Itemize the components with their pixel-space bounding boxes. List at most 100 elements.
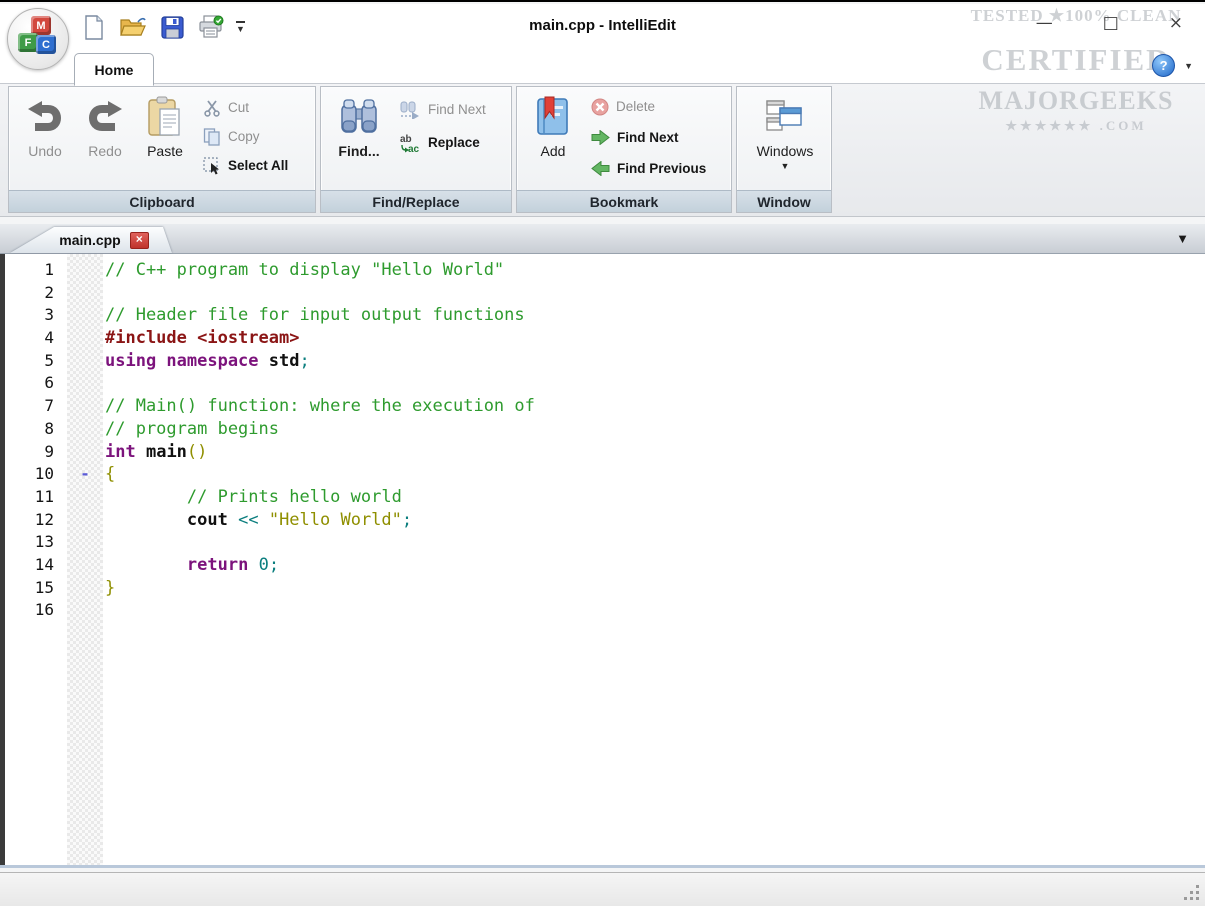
code-editor[interactable]: 1 // C++ program to display "Hello World"… bbox=[0, 254, 1205, 868]
token-op: ; bbox=[402, 510, 412, 530]
select-all-button[interactable]: Select All bbox=[203, 155, 288, 176]
redo-button[interactable]: Redo bbox=[75, 91, 135, 159]
token-cmt: // Prints hello world bbox=[187, 487, 402, 507]
code-text[interactable]: return 0; bbox=[103, 554, 1205, 577]
add-bookmark-button[interactable]: Add bbox=[523, 91, 583, 159]
line-number: 10 bbox=[5, 463, 67, 486]
ribbon-group-window: Windows ▼ Window bbox=[736, 86, 832, 213]
code-text[interactable]: // Prints hello world bbox=[103, 486, 1205, 509]
line-number: 7 bbox=[5, 395, 67, 418]
fold-margin-cell bbox=[67, 531, 103, 554]
code-text[interactable]: cout << "Hello World"; bbox=[103, 509, 1205, 532]
code-text[interactable]: { bbox=[103, 463, 1205, 486]
fold-margin-cell bbox=[67, 577, 103, 600]
cut-button[interactable]: Cut bbox=[203, 97, 288, 118]
code-text[interactable]: // Main() function: where the execution … bbox=[103, 395, 1205, 418]
cut-icon bbox=[203, 99, 221, 117]
replace-icon: ab ac bbox=[399, 133, 421, 153]
line-number: 4 bbox=[5, 327, 67, 350]
find-next-button[interactable]: Find Next bbox=[399, 99, 486, 120]
ribbon-options-caret[interactable]: ▼ bbox=[1184, 61, 1193, 71]
windows-dropdown-caret: ▼ bbox=[781, 161, 790, 171]
token-brc: () bbox=[187, 442, 207, 462]
svg-text:ac: ac bbox=[408, 144, 420, 153]
tab-home[interactable]: Home bbox=[74, 53, 154, 86]
code-line: 5 using namespace std; bbox=[5, 350, 1205, 373]
line-number: 2 bbox=[5, 282, 67, 305]
line-number: 5 bbox=[5, 350, 67, 373]
line-number: 16 bbox=[5, 599, 67, 622]
code-text[interactable]: // program begins bbox=[103, 418, 1205, 441]
windows-button[interactable]: Windows ▼ bbox=[743, 91, 827, 171]
token-pln bbox=[248, 555, 258, 575]
code-text[interactable]: #include <iostream> bbox=[103, 327, 1205, 350]
close-button[interactable]: × bbox=[1169, 12, 1183, 34]
token-pln bbox=[105, 555, 187, 575]
line-number: 1 bbox=[5, 259, 67, 282]
code-line: 6 bbox=[5, 372, 1205, 395]
paste-button[interactable]: Paste bbox=[135, 91, 195, 159]
code-line: 2 bbox=[5, 282, 1205, 305]
window-controls: — □ × bbox=[1036, 12, 1183, 34]
bookmark-book-icon bbox=[533, 94, 573, 140]
maximize-button[interactable]: □ bbox=[1103, 12, 1119, 34]
code-text[interactable]: // Header file for input output function… bbox=[103, 304, 1205, 327]
fold-margin-cell bbox=[67, 259, 103, 282]
code-text[interactable]: using namespace std; bbox=[103, 350, 1205, 373]
token-id: std bbox=[269, 351, 300, 371]
fold-marker-icon[interactable]: - bbox=[67, 463, 103, 486]
help-button[interactable]: ? bbox=[1152, 54, 1175, 77]
code-text[interactable] bbox=[103, 282, 1205, 305]
code-line: 10-{ bbox=[5, 463, 1205, 486]
token-num: 0 bbox=[259, 555, 269, 575]
line-number: 8 bbox=[5, 418, 67, 441]
minimize-button[interactable]: — bbox=[1036, 12, 1053, 34]
token-kw: return bbox=[187, 555, 248, 575]
line-number: 11 bbox=[5, 486, 67, 509]
code-text[interactable] bbox=[103, 372, 1205, 395]
code-text[interactable]: // C++ program to display "Hello World" bbox=[103, 259, 1205, 282]
code-line: 12 cout << "Hello World"; bbox=[5, 509, 1205, 532]
token-op: << bbox=[238, 510, 258, 530]
fold-margin-cell bbox=[67, 395, 103, 418]
app-logo-cube-f: F bbox=[18, 33, 38, 52]
line-number: 12 bbox=[5, 509, 67, 532]
bookmark-find-previous-button[interactable]: Find Previous bbox=[591, 158, 706, 179]
replace-button[interactable]: ab ac Replace bbox=[399, 132, 486, 153]
fold-margin-cell bbox=[67, 486, 103, 509]
group-caption-find-replace: Find/Replace bbox=[321, 190, 511, 212]
code-text[interactable]: int main() bbox=[103, 441, 1205, 464]
copy-button[interactable]: Copy bbox=[203, 126, 288, 147]
resize-grip-icon[interactable] bbox=[1196, 897, 1199, 900]
code-text[interactable] bbox=[103, 599, 1205, 622]
editor-left-edge bbox=[0, 254, 5, 865]
delete-bookmark-button[interactable]: Delete bbox=[591, 96, 706, 117]
code-text[interactable] bbox=[103, 531, 1205, 554]
token-str: "Hello World" bbox=[269, 510, 402, 530]
app-window: ▼ main.cpp - IntelliEdit — □ × TESTED ★1… bbox=[0, 0, 1205, 906]
ribbon-group-bookmark: Add Delete Fi bbox=[516, 86, 732, 213]
line-number: 3 bbox=[5, 304, 67, 327]
fold-margin-cell bbox=[67, 418, 103, 441]
token-brc: } bbox=[105, 578, 115, 598]
token-pln bbox=[259, 351, 269, 371]
token-pln bbox=[105, 487, 187, 507]
bookmark-find-next-button[interactable]: Find Next bbox=[591, 127, 706, 148]
group-caption-window: Window bbox=[737, 190, 831, 212]
document-list-caret[interactable]: ▼ bbox=[1176, 231, 1189, 246]
undo-button[interactable]: Undo bbox=[15, 91, 75, 159]
app-logo-cube-c: C bbox=[36, 35, 56, 54]
code-text[interactable]: } bbox=[103, 577, 1205, 600]
code-line: 15} bbox=[5, 577, 1205, 600]
code-line: 8 // program begins bbox=[5, 418, 1205, 441]
token-pln bbox=[259, 510, 269, 530]
application-menu-button[interactable]: M F C bbox=[7, 8, 69, 70]
token-brc: { bbox=[105, 464, 115, 484]
fold-margin-cell bbox=[67, 509, 103, 532]
document-tab-main-cpp[interactable]: main.cpp × bbox=[10, 227, 172, 253]
fold-margin-cell bbox=[67, 599, 103, 622]
ribbon-group-find-replace: Find... Find Next ab bbox=[320, 86, 512, 213]
close-document-icon[interactable]: × bbox=[130, 232, 149, 249]
ribbon: Undo Redo bbox=[0, 84, 1205, 217]
find-button[interactable]: Find... bbox=[327, 91, 391, 159]
